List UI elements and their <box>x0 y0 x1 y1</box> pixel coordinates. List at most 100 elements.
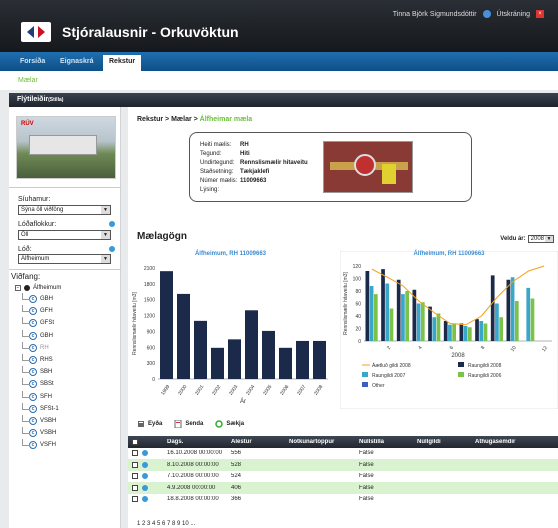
bar <box>428 306 432 341</box>
col-zero[interactable]: Núllgildi <box>414 439 472 445</box>
tab-rekstur[interactable]: Rekstur <box>103 55 142 71</box>
col-peak[interactable]: Notkunartoppur <box>286 439 356 445</box>
tree-node[interactable]: c SFH <box>15 390 115 403</box>
cell-date: 8.10.2008 00:00:00 <box>167 461 219 468</box>
col-reset[interactable]: Núllstilla <box>356 439 414 445</box>
breadcrumb-maelar[interactable]: Mælar <box>171 116 192 123</box>
bar <box>483 323 488 341</box>
meter-info-card: Heiti mælis: RH Tegund: Hiti Undirtegund: Ren… <box>189 132 472 202</box>
table-row[interactable]: 16.10.2008 00:00:00 556 False <box>128 448 558 460</box>
bar <box>432 317 437 341</box>
breadcrumb-rekstur[interactable]: Rekstur <box>137 116 163 123</box>
user-name[interactable]: Tinna Björk Sigmundsdóttir <box>393 11 477 18</box>
send-button[interactable]: Senda <box>174 420 203 428</box>
year-picker: Veldu ár: 2008 <box>500 235 554 243</box>
shortcuts-title: Flýtileiðir <box>17 96 49 103</box>
tree-node[interactable]: c VSFH <box>15 439 115 451</box>
tree-root[interactable]: − Álfheimum <box>15 285 115 291</box>
x-tick-label: 2003 <box>228 384 239 397</box>
col-reading[interactable]: Álestur <box>228 439 286 445</box>
breadcrumb-current: Álfheimar mæla <box>199 116 253 123</box>
fetch-label: Sækja <box>226 421 245 427</box>
delete-button[interactable]: Eyða <box>137 420 162 428</box>
edit-icon[interactable] <box>142 450 148 457</box>
row-checkbox[interactable] <box>132 473 138 480</box>
legend-swatch <box>458 362 464 367</box>
cell-reading: 366 <box>231 496 242 503</box>
tree-node[interactable]: c GBH <box>15 329 115 342</box>
meter-info-row: Númer mælis: 11009663 <box>200 178 266 184</box>
row-checkbox[interactable] <box>132 484 138 491</box>
edit-icon[interactable] <box>142 461 148 468</box>
filter-mode-label: Síuhamur: <box>18 196 51 203</box>
row-checkbox[interactable] <box>132 450 138 457</box>
tree-node[interactable]: c SBH <box>15 366 115 378</box>
edit-icon[interactable] <box>142 484 148 491</box>
table-row[interactable]: 8.10.2008 00:00:00 528 False <box>128 459 558 471</box>
yearly-chart-svg: 0 300 600 900 1200 1500 1800 2100 1999 2000 2001 20… <box>132 266 328 405</box>
meter-info-row: Lýsing: <box>200 187 240 193</box>
meter-icon: c <box>29 307 37 316</box>
row-checkbox[interactable] <box>132 496 138 503</box>
tree-node-label: SBSt <box>40 381 54 388</box>
cell-date: 18.8.2008 00:00:00 <box>167 496 219 503</box>
subnav-item-maelar[interactable]: Mælar <box>18 77 38 84</box>
tree-node-label: GBH <box>40 332 54 339</box>
lot-select[interactable]: Álfheimum <box>18 254 111 264</box>
table-row[interactable]: 7.10.2008 00:00:00 524 False <box>128 471 558 483</box>
y-tick-label: 1800 <box>144 282 155 288</box>
bar <box>160 271 173 379</box>
y-tick-label: 1200 <box>144 314 155 320</box>
tree-node[interactable]: c SBSt <box>15 378 115 390</box>
breadcrumb: Rekstur > Mælar > Álfheimar mæla <box>137 116 253 123</box>
tree-node[interactable]: c GFSt <box>15 317 115 329</box>
col-notes[interactable]: Athugasemdir <box>472 439 552 445</box>
tree-node[interactable]: c RHS <box>15 353 115 366</box>
info-icon[interactable] <box>109 221 115 227</box>
object-tree: − Álfheimum c GBH c GFH c GFSt c GBH c RH c RHS c SBH… <box>15 285 115 451</box>
close-icon[interactable]: × <box>536 10 544 18</box>
select-all-checkbox[interactable] <box>132 438 138 445</box>
cell-reset: False <box>359 450 374 457</box>
filter-mode-select[interactable]: Sýna öll viðföng <box>18 205 111 215</box>
x-tick-label: 2007 <box>296 384 307 397</box>
tree-node[interactable]: c GBH <box>15 293 115 305</box>
fetch-button[interactable]: Sækja <box>215 420 244 428</box>
tree-node[interactable]: c SFSt-1 <box>15 402 115 415</box>
table-row[interactable]: 4.9.2008 00:00:00 406 False <box>128 482 558 494</box>
info-icon[interactable] <box>109 246 115 252</box>
meter-icon: c <box>29 295 37 304</box>
logout-link[interactable]: Útskráning <box>497 11 530 18</box>
table-row[interactable]: 18.8.2008 00:00:00 366 False <box>128 494 558 506</box>
meter-info-row: Heiti mælis: RH <box>200 142 249 148</box>
main-panel: Rekstur > Mælar > Álfheimar mæla Heiti m… <box>128 107 558 528</box>
tab-eignaskra[interactable]: Eignaskrá <box>60 58 93 65</box>
col-date[interactable]: Dags. <box>164 439 228 445</box>
y-tick-label: 20 <box>355 327 361 333</box>
y-axis-label: Rennslismælir hitaveitu [m3] <box>343 271 349 334</box>
bar <box>490 275 495 341</box>
tree-node[interactable]: c RH <box>15 341 115 354</box>
tree-node[interactable]: c GFH <box>15 305 115 317</box>
row-checkbox[interactable] <box>132 461 138 468</box>
tree-node[interactable]: c VSBH <box>15 427 115 439</box>
tab-forsida[interactable]: Forsíða <box>20 58 45 65</box>
shortcuts-configure-link[interactable]: (Stilla) <box>48 97 63 103</box>
lot-category-select[interactable]: Öll <box>18 230 111 240</box>
pager[interactable]: 1 2 3 4 5 6 7 8 9 10 ... <box>137 521 195 527</box>
tree-node[interactable]: c VSBH <box>15 414 115 427</box>
tree-node-label: RHS <box>40 357 53 364</box>
x-tick-label: 6 <box>449 345 456 351</box>
year-select[interactable]: 2008 <box>527 235 554 243</box>
x-tick-label: 10 <box>510 345 518 353</box>
readings-table: Dags. Álestur Notkunartoppur Núllstilla … <box>128 436 558 505</box>
edit-icon[interactable] <box>142 496 148 503</box>
edit-icon[interactable] <box>142 473 148 480</box>
bar <box>279 347 292 379</box>
main-nav: Forsíða Eignaskrá Rekstur <box>0 52 558 71</box>
meter-photo <box>323 141 413 193</box>
legend-item: Raungildi 2007 <box>362 372 406 379</box>
collapse-icon[interactable]: − <box>15 285 21 291</box>
bar <box>313 340 326 379</box>
user-icon[interactable] <box>482 10 491 18</box>
